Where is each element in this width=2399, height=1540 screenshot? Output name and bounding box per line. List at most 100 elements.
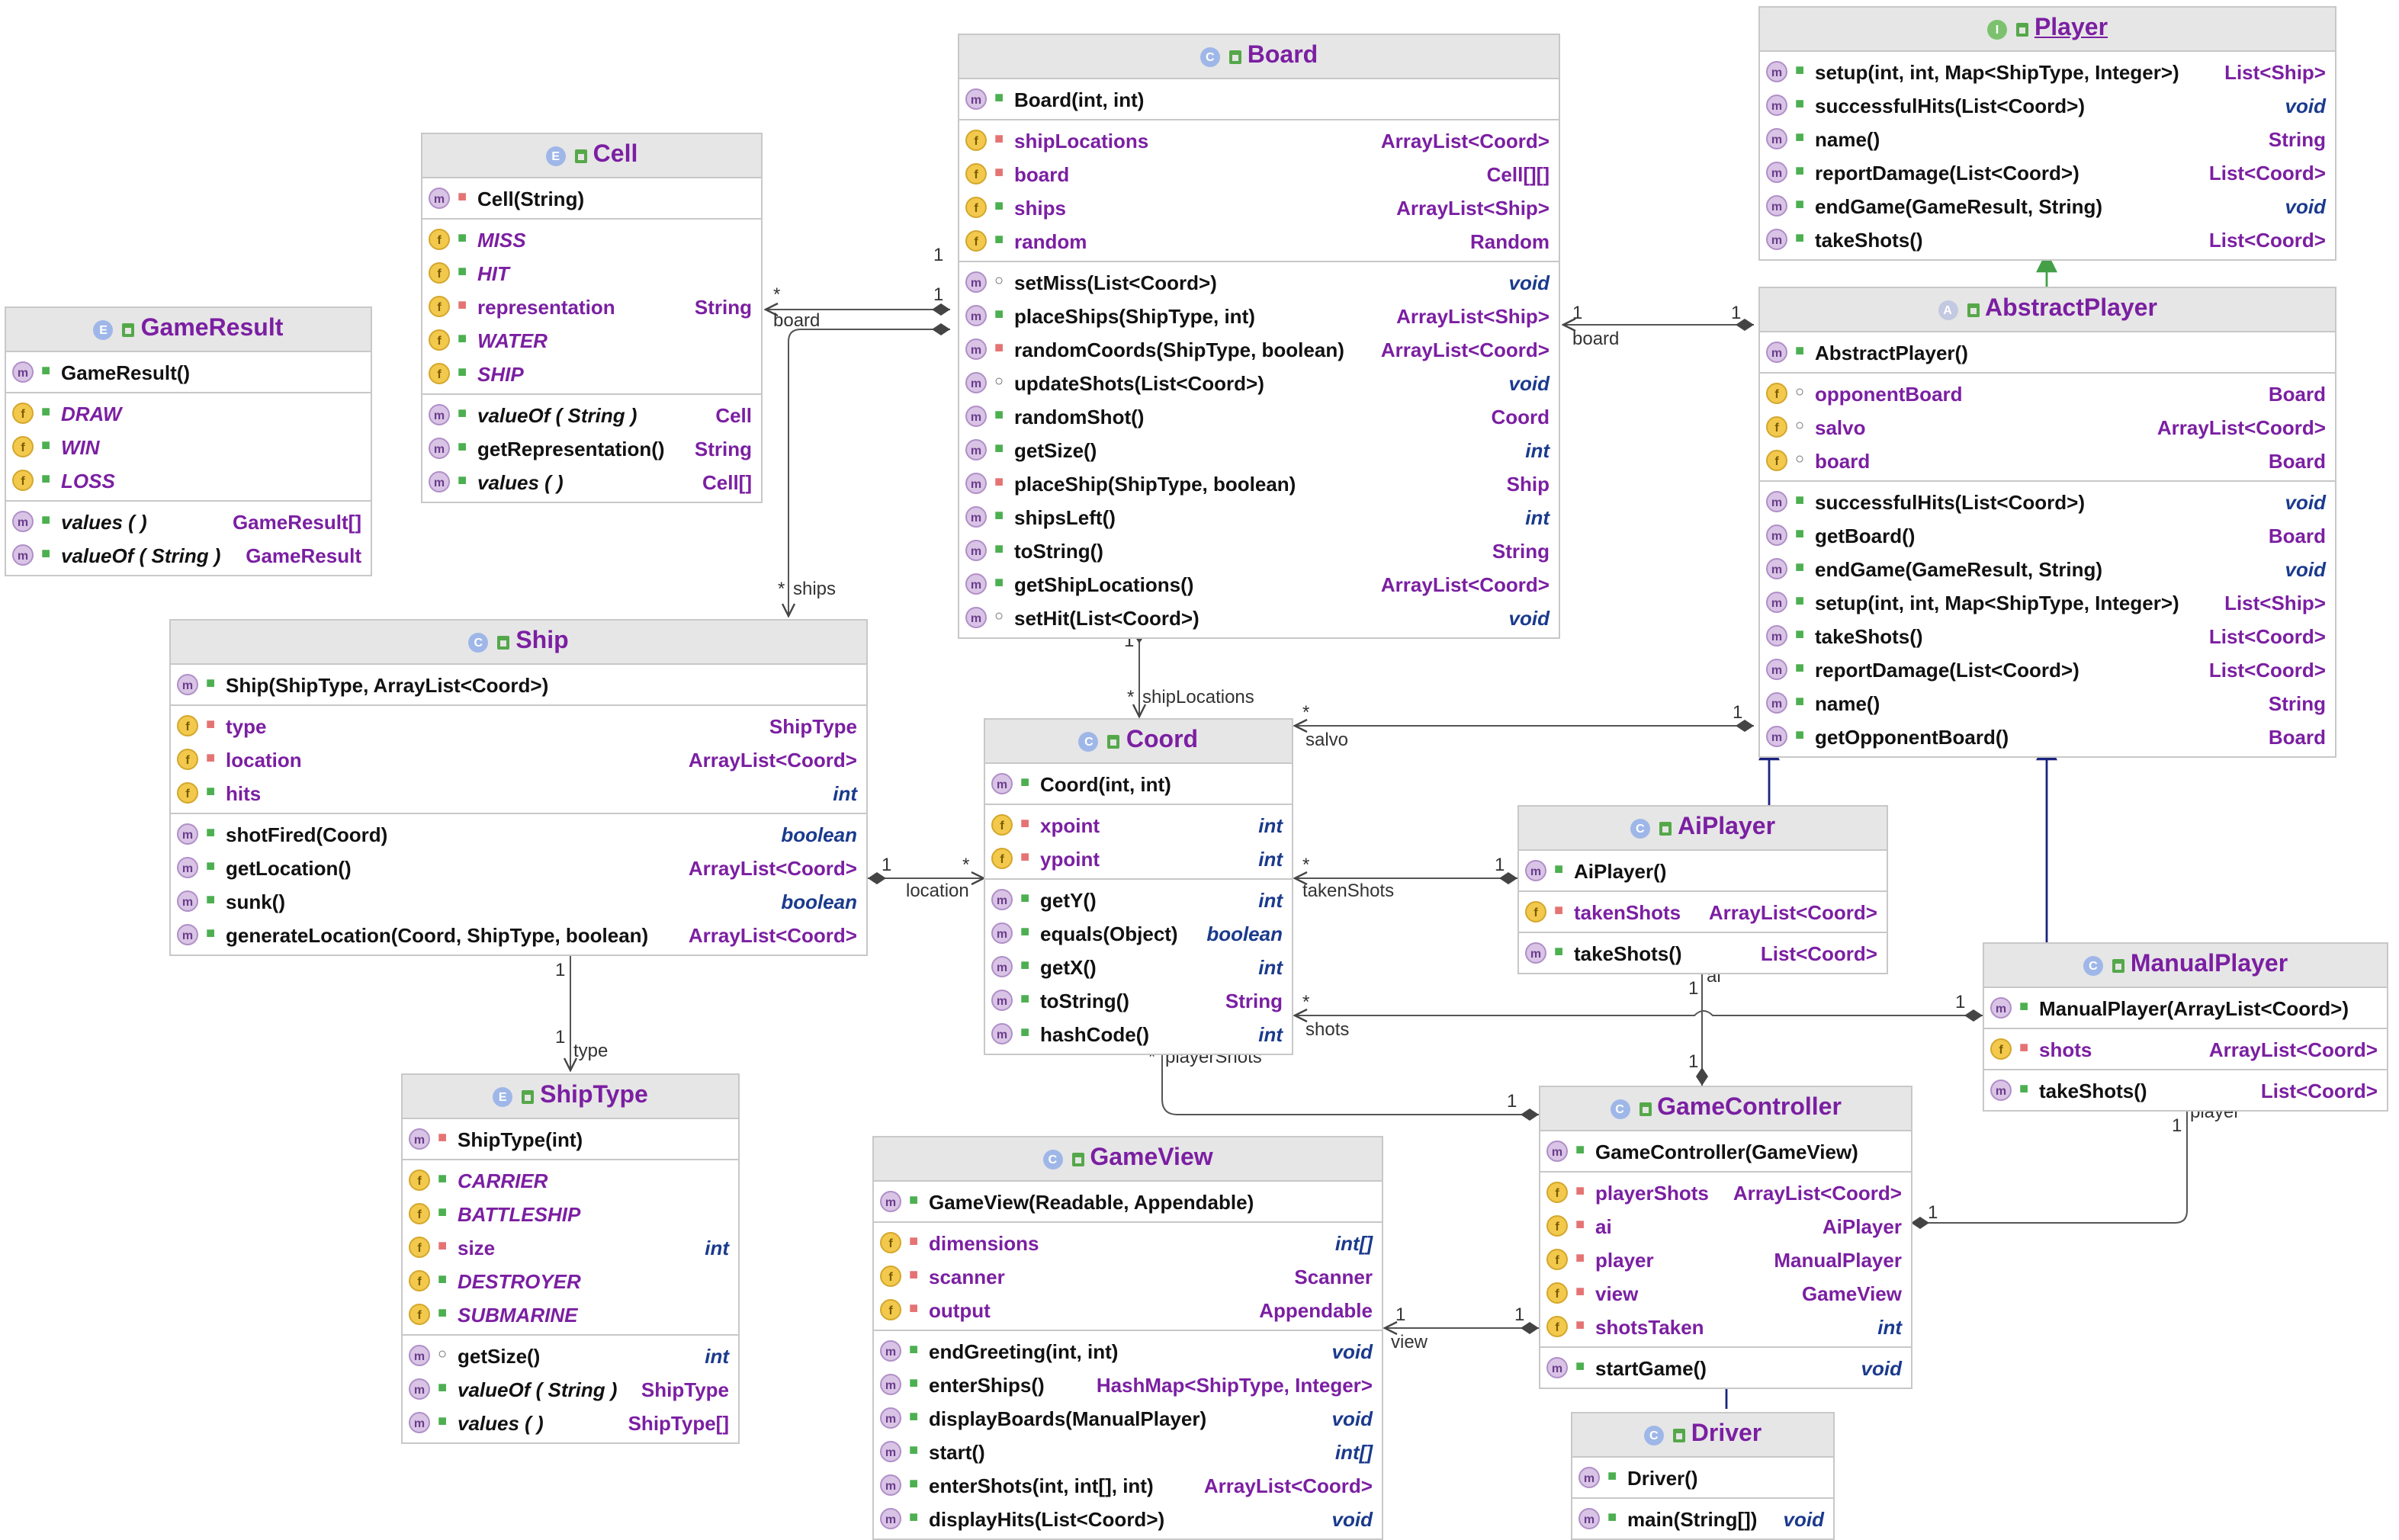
method-takeshots[interactable]: m ■ takeShots() List<Coord>: [1984, 1073, 2387, 1107]
method-valueof[interactable]: m ■ valueOf ( String ) Cell: [422, 398, 761, 432]
method-name[interactable]: m ■ name() String: [1760, 686, 2335, 720]
class-box-abstractplayer[interactable]: A AbstractPlayer m ■ AbstractPlayer() f ○ oppon…: [1758, 287, 2336, 758]
method-enterships[interactable]: m ■ enterShips() HashMap<ShipType, Integer>: [874, 1368, 1382, 1401]
method-generatelocation[interactable]: m ■ generateLocation(Coord, ShipType, bool…: [171, 918, 866, 951]
field-view[interactable]: f ■ view GameView: [1540, 1276, 1911, 1310]
method-getrepresentation[interactable]: m ■ getRepresentation() String: [422, 432, 761, 465]
class-box-board[interactable]: C Board m ■ Board(int, int) f ■ shipLocations Ar…: [958, 34, 1560, 639]
field-win[interactable]: f ■ WIN: [6, 430, 371, 464]
method-hashcode[interactable]: m ■ hashCode() int: [985, 1017, 1292, 1051]
method-updateshots[interactable]: m ○ updateShots(List<Coord>) void: [959, 366, 1559, 399]
method-tostring[interactable]: m ■ toString() String: [959, 534, 1559, 567]
method-valueof[interactable]: m ■ valueOf ( String ) GameResult: [6, 538, 371, 572]
method-successfulhits[interactable]: m ■ successfulHits(List<Coord>) void: [1760, 88, 2335, 122]
method-getboard[interactable]: m ■ getBoard() Board: [1760, 518, 2335, 552]
class-box-cell[interactable]: E Cell m ■ Cell(String) f ■ MISS f ■ HIT f ■ represen…: [421, 133, 763, 503]
method-abstractplayer[interactable]: m ■ AbstractPlayer(): [1760, 335, 2335, 369]
field-representation[interactable]: f ■ representation String: [422, 290, 761, 323]
method-reportdamage[interactable]: m ■ reportDamage(List<Coord>) List<Coord>: [1760, 156, 2335, 189]
method-gety[interactable]: m ■ getY() int: [985, 883, 1292, 916]
class-header[interactable]: C GameController: [1540, 1087, 1911, 1131]
class-header[interactable]: C Driver: [1572, 1413, 1833, 1458]
method-takeshots[interactable]: m ■ takeShots() List<Coord>: [1760, 223, 2335, 256]
method-takeshots[interactable]: m ■ takeShots() List<Coord>: [1519, 936, 1887, 970]
method-reportdamage[interactable]: m ■ reportDamage(List<Coord>) List<Coord>: [1760, 653, 2335, 686]
field-scanner[interactable]: f ■ scanner Scanner: [874, 1259, 1382, 1293]
class-header[interactable]: E GameResult: [6, 308, 371, 352]
method-successfulhits[interactable]: m ■ successfulHits(List<Coord>) void: [1760, 485, 2335, 518]
field-shots[interactable]: f ■ shots ArrayList<Coord>: [1984, 1032, 2387, 1066]
field-takenshots[interactable]: f ■ takenShots ArrayList<Coord>: [1519, 895, 1887, 929]
method-manualplayer[interactable]: m ■ ManualPlayer(ArrayList<Coord>): [1984, 991, 2387, 1025]
class-header[interactable]: I Player: [1760, 8, 2335, 52]
field-ships[interactable]: f ■ ships ArrayList<Ship>: [959, 191, 1559, 224]
method-takeshots[interactable]: m ■ takeShots() List<Coord>: [1760, 619, 2335, 653]
field-carrier[interactable]: f ■ CARRIER: [403, 1163, 738, 1197]
method-equals[interactable]: m ■ equals(Object) boolean: [985, 916, 1292, 950]
field-hits[interactable]: f ■ hits int: [171, 776, 866, 810]
method-main[interactable]: m ■ main(String[]) void: [1572, 1502, 1833, 1535]
field-battleship[interactable]: f ■ BATTLESHIP: [403, 1197, 738, 1230]
field-draw[interactable]: f ■ DRAW: [6, 396, 371, 430]
method-tostring[interactable]: m ■ toString() String: [985, 983, 1292, 1017]
method-driver[interactable]: m ■ Driver(): [1572, 1461, 1833, 1494]
field-loss[interactable]: f ■ LOSS: [6, 464, 371, 497]
field-board[interactable]: f ■ board Cell[][]: [959, 157, 1559, 191]
method-shiptype[interactable]: m ■ ShipType(int): [403, 1122, 738, 1156]
field-salvo[interactable]: f ○ salvo ArrayList<Coord>: [1760, 410, 2335, 444]
class-box-aiplayer[interactable]: C AiPlayer m ■ AiPlayer() f ■ takenShots ArrayLi…: [1517, 805, 1888, 974]
class-box-ship[interactable]: C Ship m ■ Ship(ShipType, ArrayList<Coord>) f…: [169, 619, 868, 956]
class-header[interactable]: C GameView: [874, 1137, 1382, 1182]
method-setup[interactable]: m ■ setup(int, int, Map<ShipType, Integer>…: [1760, 55, 2335, 88]
method-endgreeting[interactable]: m ■ endGreeting(int, int) void: [874, 1334, 1382, 1368]
method-gamecontroller[interactable]: m ■ GameController(GameView): [1540, 1134, 1911, 1168]
method-valueof[interactable]: m ■ valueOf ( String ) ShipType: [403, 1372, 738, 1406]
method-startgame[interactable]: m ■ startGame() void: [1540, 1351, 1911, 1384]
class-header[interactable]: E Cell: [422, 134, 761, 178]
method-setup[interactable]: m ■ setup(int, int, Map<ShipType, Integer>…: [1760, 586, 2335, 619]
class-box-coord[interactable]: C Coord m ■ Coord(int, int) f ■ xpoint int f ■ ypoi…: [984, 718, 1293, 1055]
method-board[interactable]: m ■ Board(int, int): [959, 82, 1559, 116]
method-endgame[interactable]: m ■ endGame(GameResult, String) void: [1760, 189, 2335, 223]
field-ship[interactable]: f ■ SHIP: [422, 357, 761, 390]
field-shotstaken[interactable]: f ■ shotsTaken int: [1540, 1310, 1911, 1343]
class-box-manualplayer[interactable]: C ManualPlayer m ■ ManualPlayer(ArrayList<Co…: [1983, 942, 2388, 1112]
class-header[interactable]: E ShipType: [403, 1075, 738, 1119]
field-opponentboard[interactable]: f ○ opponentBoard Board: [1760, 377, 2335, 410]
method-randomcoords[interactable]: m ■ randomCoords(ShipType, boolean) ArrayLi…: [959, 332, 1559, 366]
class-box-gamecontroller[interactable]: C GameController m ■ GameController(GameView…: [1539, 1086, 1912, 1389]
method-sethit[interactable]: m ○ setHit(List<Coord>) void: [959, 601, 1559, 634]
field-output[interactable]: f ■ output Appendable: [874, 1293, 1382, 1327]
field-submarine[interactable]: f ■ SUBMARINE: [403, 1298, 738, 1331]
field-type[interactable]: f ■ type ShipType: [171, 709, 866, 743]
class-box-driver[interactable]: C Driver m ■ Driver() m ■ main(String[]) void: [1571, 1412, 1835, 1540]
method-sunk[interactable]: m ■ sunk() boolean: [171, 884, 866, 918]
class-header[interactable]: C Coord: [985, 720, 1292, 764]
field-dimensions[interactable]: f ■ dimensions int[]: [874, 1226, 1382, 1259]
method-entershots[interactable]: m ■ enterShots(int, int[], int) ArrayList<C…: [874, 1468, 1382, 1502]
method-placeship[interactable]: m ■ placeShip(ShipType, boolean) Ship: [959, 467, 1559, 500]
field-hit[interactable]: f ■ HIT: [422, 256, 761, 290]
field-playershots[interactable]: f ■ playerShots ArrayList<Coord>: [1540, 1176, 1911, 1209]
method-displayboards[interactable]: m ■ displayBoards(ManualPlayer) void: [874, 1401, 1382, 1435]
method-setmiss[interactable]: m ○ setMiss(List<Coord>) void: [959, 265, 1559, 299]
field-location[interactable]: f ■ location ArrayList<Coord>: [171, 743, 866, 776]
field-ai[interactable]: f ■ ai AiPlayer: [1540, 1209, 1911, 1243]
method-gameview[interactable]: m ■ GameView(Readable, Appendable): [874, 1185, 1382, 1218]
method-name[interactable]: m ■ name() String: [1760, 122, 2335, 156]
field-ypoint[interactable]: f ■ ypoint int: [985, 842, 1292, 875]
method-start[interactable]: m ■ start() int[]: [874, 1435, 1382, 1468]
method-getshiplocations[interactable]: m ■ getShipLocations() ArrayList<Coord>: [959, 567, 1559, 601]
method-endgame[interactable]: m ■ endGame(GameResult, String) void: [1760, 552, 2335, 586]
class-header[interactable]: C Ship: [171, 621, 866, 665]
field-water[interactable]: f ■ WATER: [422, 323, 761, 357]
method-shotfired[interactable]: m ■ shotFired(Coord) boolean: [171, 817, 866, 851]
field-size[interactable]: f ■ size int: [403, 1230, 738, 1264]
class-header[interactable]: C AiPlayer: [1519, 807, 1887, 851]
class-box-gameview[interactable]: C GameView m ■ GameView(Readable, Appendable…: [872, 1136, 1383, 1540]
method-gameresult[interactable]: m ■ GameResult(): [6, 355, 371, 389]
class-box-shiptype[interactable]: E ShipType m ■ ShipType(int) f ■ CARRIER f ■ BATTL…: [401, 1073, 740, 1444]
field-destroyer[interactable]: f ■ DESTROYER: [403, 1264, 738, 1298]
method-getsize[interactable]: m ○ getSize() int: [403, 1339, 738, 1372]
class-header[interactable]: C Board: [959, 35, 1559, 79]
